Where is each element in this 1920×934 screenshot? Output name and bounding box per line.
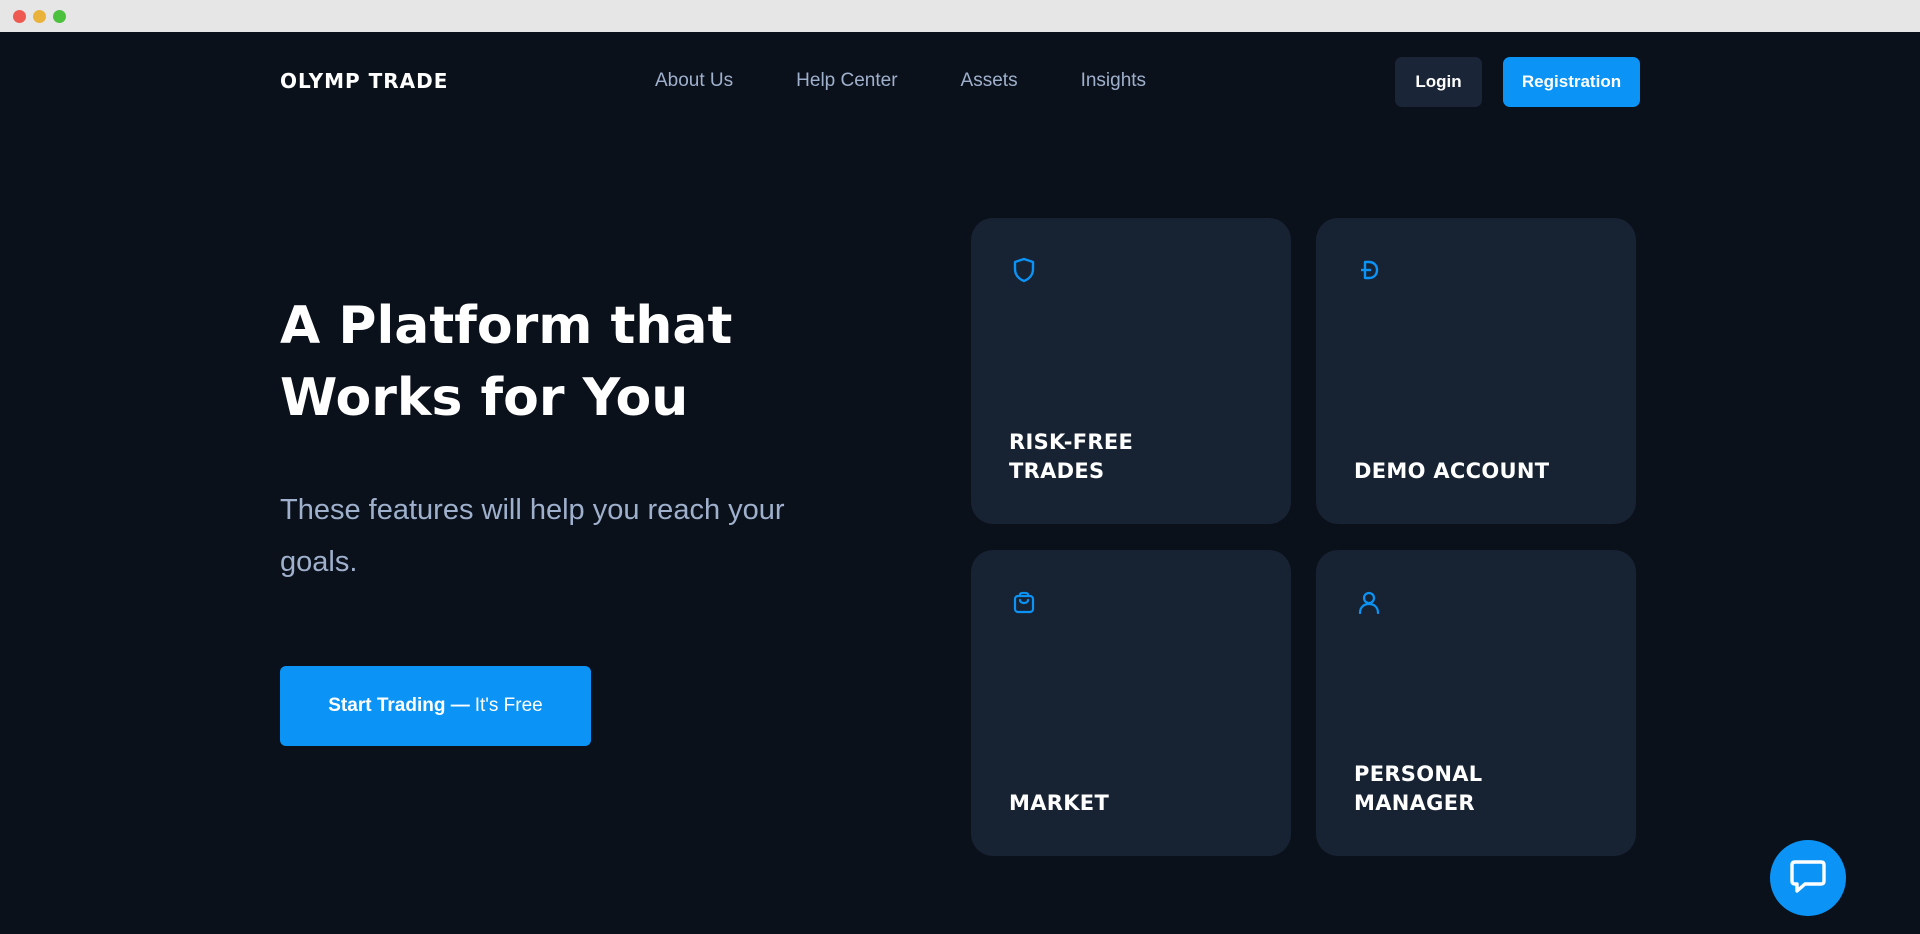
feature-label: PERSONAL MANAGER [1354, 760, 1606, 818]
nav-assets[interactable]: Assets [961, 70, 1018, 92]
browser-titlebar [0, 0, 1920, 32]
nav-about-us[interactable]: About Us [655, 70, 733, 92]
feature-label: DEMO ACCOUNT [1354, 457, 1606, 486]
registration-button[interactable]: Registration [1503, 57, 1640, 107]
chat-bubble-icon [1789, 858, 1827, 899]
nav-help-center[interactable]: Help Center [796, 70, 897, 92]
feature-label-line: MANAGER [1354, 791, 1475, 815]
login-button[interactable]: Login [1395, 57, 1482, 107]
main-nav: About Us Help Center Assets Insights [655, 70, 1146, 92]
feature-label-line: MARKET [1009, 791, 1110, 815]
feature-card-market[interactable]: MARKET [971, 550, 1291, 856]
shopping-bag-icon [1011, 588, 1037, 616]
feature-label-line: TRADES [1009, 459, 1105, 483]
chat-button[interactable] [1770, 840, 1846, 916]
feature-card-personal-manager[interactable]: PERSONAL MANAGER [1316, 550, 1636, 856]
window-minimize-dot[interactable] [33, 10, 46, 23]
hero-title: A Platform that Works for You [280, 290, 840, 434]
demo-coin-icon [1356, 256, 1382, 284]
page: OLYMP TRADE About Us Help Center Assets … [0, 32, 1920, 934]
feature-label-line: RISK-FREE [1009, 430, 1134, 454]
site-logo[interactable]: OLYMP TRADE [280, 69, 449, 93]
hero-title-line-2: Works for You [280, 368, 689, 428]
hero-title-line-1: A Platform that [280, 296, 733, 356]
hero-subtitle: These features will help you reach your … [280, 494, 785, 578]
start-trading-button[interactable]: Start Trading — It's Free [280, 666, 591, 746]
cta-light-text: It's Free [474, 695, 543, 716]
feature-label-line: DEMO ACCOUNT [1354, 459, 1550, 483]
logo-text: OLYMP TRADE [280, 69, 449, 93]
shield-icon [1011, 256, 1037, 284]
cta-strong-text: Start Trading — [328, 695, 470, 716]
feature-label-line: PERSONAL [1354, 762, 1483, 786]
feature-card-demo-account[interactable]: DEMO ACCOUNT [1316, 218, 1636, 524]
window-maximize-dot[interactable] [53, 10, 66, 23]
user-icon [1356, 588, 1382, 616]
feature-label: MARKET [1009, 789, 1261, 818]
nav-insights[interactable]: Insights [1081, 70, 1146, 92]
window-close-dot[interactable] [13, 10, 26, 23]
feature-card-risk-free-trades[interactable]: RISK-FREE TRADES [971, 218, 1291, 524]
feature-label: RISK-FREE TRADES [1009, 428, 1261, 486]
